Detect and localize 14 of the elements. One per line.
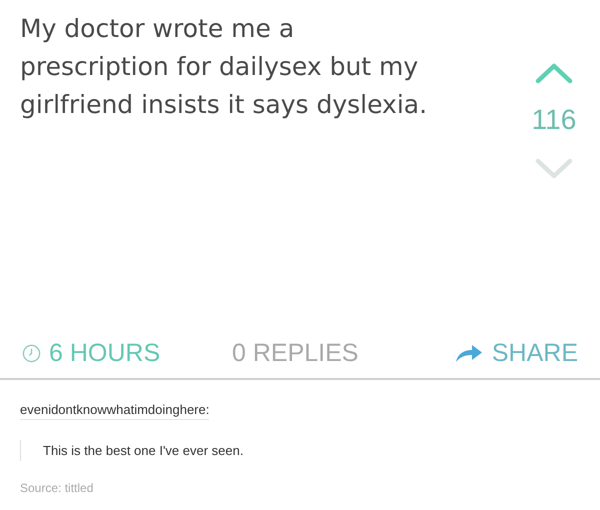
downvote-icon[interactable] xyxy=(534,158,574,180)
post-text-line: My doctor wrote me a xyxy=(20,13,296,45)
share-arrow-icon[interactable] xyxy=(454,342,484,364)
source-link[interactable]: Source: tittled xyxy=(20,481,94,495)
comment-quote: This is the best one I've ever seen. xyxy=(20,440,244,461)
post-age: 6 HOURS xyxy=(49,338,160,368)
post-text-line: prescription for dailysex but my xyxy=(20,51,420,83)
upvote-icon[interactable] xyxy=(534,62,574,84)
share-link[interactable]: SHARE xyxy=(492,338,578,368)
replies-count[interactable]: 0 REPLIES xyxy=(232,338,358,368)
vote-count: 116 xyxy=(532,104,576,136)
username-link[interactable]: evenidontknowwhatimdoinghere: xyxy=(20,402,210,420)
post-text-line: girlfriend insists it says dyslexia. xyxy=(20,89,428,121)
clock-icon xyxy=(22,344,41,362)
